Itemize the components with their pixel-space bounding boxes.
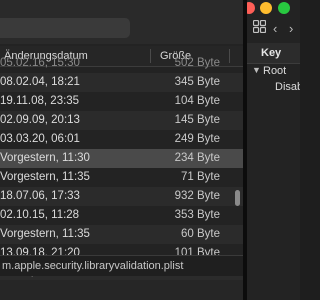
file-row-size: 104 Byte [174,95,220,107]
chevron-right-icon[interactable]: › [289,21,293,36]
root-row[interactable]: ▼ Root [247,64,300,80]
file-row-date: 19.11.08, 23:35 [0,95,80,107]
file-row[interactable]: 08.02.04, 18:21 345 Byte [0,73,243,92]
file-row[interactable]: 03.03.20, 06:01 249 Byte [0,130,243,149]
finder-status-area [0,280,243,300]
path-bar: m.apple.security.libraryvalidation.plist [0,255,243,276]
file-row-date: 03.03.20, 06:01 [0,133,80,145]
file-row[interactable]: 18.07.06, 17:33 932 Byte [0,187,243,206]
key-column-label: Key [261,47,282,59]
file-row-date: Vorgestern, 11:30 [0,152,90,164]
plist-key-label: Disab [275,81,300,93]
file-row-size: 345 Byte [174,76,220,88]
chevron-left-icon[interactable]: ‹ [273,21,277,36]
finder-toolbar [0,0,243,44]
minimize-button[interactable] [260,2,272,14]
file-row-date: Vorgestern, 11:35 [0,228,90,240]
disclosure-triangle-icon[interactable]: ▼ [252,65,261,75]
search-field[interactable] [0,18,130,38]
file-row[interactable]: 05.02.16, 15:30 502 Byte [0,54,243,73]
file-row-size: 502 Byte [174,57,220,69]
file-row-size: 249 Byte [174,133,220,145]
file-row-date: 02.09.09, 20:13 [0,114,80,126]
plist-editor-window: ‹ › Key ▼ Root Disab [247,0,300,300]
path-bar-filename[interactable]: m.apple.security.libraryvalidation.plist [0,260,183,272]
file-row-date: 08.02.04, 18:21 [0,76,80,88]
finder-window: Änderungsdatum Größe 05.02.16, 15:30 502 … [0,0,243,300]
root-label: Root [263,65,287,77]
file-row[interactable]: 02.09.09, 20:13 145 Byte [0,111,243,130]
plist-key-row[interactable]: Disab [247,80,300,96]
file-row[interactable]: Vorgestern, 11:35 60 Byte [0,225,243,244]
file-row-size: 932 Byte [174,190,220,202]
scrollbar-thumb[interactable] [235,190,240,206]
file-row[interactable]: 02.10.15, 11:28 353 Byte [0,206,243,225]
file-row[interactable]: Vorgestern, 11:35 71 Byte [0,168,243,187]
file-row-size: 71 Byte [181,171,220,183]
file-row[interactable]: Vorgestern, 11:30 234 Byte [0,149,243,168]
file-row-size: 353 Byte [174,209,220,221]
file-row-size: 145 Byte [174,114,220,126]
key-column-header[interactable]: Key [247,43,300,64]
file-row-size: 234 Byte [174,152,220,164]
file-row-date: 18.07.06, 17:33 [0,190,80,202]
file-row-date: 05.02.16, 15:30 [0,57,80,69]
close-button[interactable] [247,2,255,14]
sidebar-grid-icon[interactable] [252,19,267,36]
file-row-date: 02.10.15, 11:28 [0,209,80,221]
file-row-date: Vorgestern, 11:35 [0,171,90,183]
file-row[interactable]: 19.11.08, 23:35 104 Byte [0,92,243,111]
editor-toolbar: ‹ › [247,18,300,42]
file-row-size: 60 Byte [181,228,220,240]
zoom-button[interactable] [278,2,290,14]
